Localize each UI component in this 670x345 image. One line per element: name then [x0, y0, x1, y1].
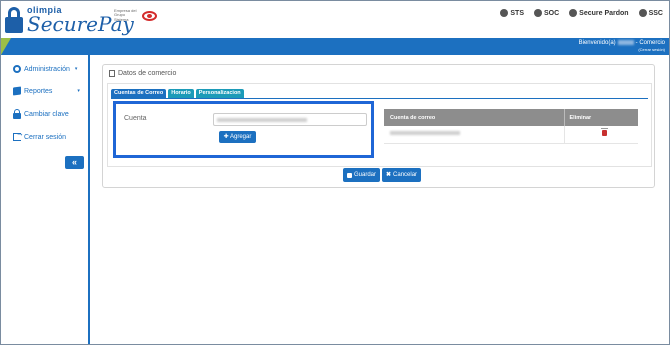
tab-underline [111, 98, 648, 99]
agregar-button[interactable]: ✚ Agregar [219, 131, 256, 143]
sidebar-item-label: Cerrar sesión [24, 133, 67, 141]
chevron-down-icon: ▾ [74, 66, 78, 72]
plus-icon: ✚ [223, 134, 229, 140]
chevron-down-icon: ▾ [77, 88, 80, 94]
accent-triangle [1, 38, 11, 55]
save-icon [347, 172, 352, 178]
add-account-highlight: Cuenta ✚ Agregar [113, 101, 374, 158]
logout-link[interactable]: (Cerrar sesión) [579, 48, 665, 52]
panel-title: Datos de comercio [109, 70, 176, 77]
nav-bar: Bienvenido(a) - Comercio (Cerrar sesión) [1, 38, 669, 55]
cert-icon [500, 9, 509, 17]
cuenta-label: Cuenta [124, 115, 147, 122]
column-header-delete: Eliminar [563, 109, 638, 126]
role-text: - Comercio [635, 40, 665, 47]
sidebar-item-label: Cambiar clave [24, 111, 69, 118]
user-name-redacted [617, 40, 634, 45]
sidebar-item-administracion[interactable]: Administración ▾ [13, 65, 77, 73]
cert-ssc: SSC [638, 9, 663, 17]
cancelar-button[interactable]: ✖ Cancelar [382, 168, 422, 182]
seal-icon [142, 10, 157, 21]
certifications: STS SOC Secure Pardon SSC [500, 9, 663, 17]
sidebar-item-cerrar-sesion[interactable]: Cerrar sesión [13, 129, 67, 141]
guardar-button[interactable]: Guardar [343, 168, 381, 182]
agregar-label: Agregar [230, 134, 252, 140]
tab-cuentas-de-correo[interactable]: Cuentas de Correo [111, 89, 167, 98]
column-header-email: Cuenta de correo [384, 109, 564, 126]
trash-icon[interactable] [600, 128, 608, 137]
email-accounts-table: Cuenta de correo Eliminar [384, 109, 638, 144]
form-actions: Guardar ✖ Cancelar [343, 168, 422, 182]
redacted-email-value [217, 118, 307, 122]
cuenta-input[interactable] [213, 113, 367, 126]
sidebar-item-cambiar-clave[interactable]: Cambiar clave [13, 109, 69, 119]
sidebar-item-label: Reportes [24, 87, 53, 95]
sidebar: Administración ▾ Reportes ▾ Cambiar clav… [1, 55, 90, 344]
exit-icon [13, 129, 24, 141]
cert-icon [638, 9, 647, 17]
collapse-sidebar-button[interactable]: « [65, 156, 84, 169]
merchant-panel: Datos de comercio Cuentas de Correo Hora… [102, 64, 655, 188]
secure-lock-icon [5, 7, 23, 33]
welcome-text: Bienvenido(a) [578, 40, 616, 47]
cert-soc: SOC [534, 9, 559, 17]
sidebar-item-reportes[interactable]: Reportes ▾ [13, 86, 80, 96]
sidebar-item-label: Administración [24, 65, 70, 73]
tab-personalizacion[interactable]: Personalizacion [195, 89, 244, 98]
redacted-email [390, 131, 460, 136]
email-cell [384, 126, 564, 144]
guardar-label: Guardar [354, 172, 377, 178]
cancelar-label: Cancelar [393, 172, 418, 178]
close-icon: ✖ [386, 172, 392, 178]
book-icon [13, 86, 21, 96]
table-row [384, 126, 638, 144]
group-seal: Empresa del Grupo Sistema [114, 8, 157, 22]
top-header: olimpia SecurePay Empresa del Grupo Sist… [1, 1, 669, 38]
cert-icon [534, 9, 542, 17]
tab-horario[interactable]: Horario [168, 89, 194, 98]
panel-title-text: Datos de comercio [118, 70, 177, 77]
lock-icon [13, 109, 21, 119]
cert-sts: STS [500, 9, 524, 17]
cert-secure-pardon: Secure Pardon [569, 9, 629, 17]
cert-icon [569, 9, 578, 17]
document-icon [109, 70, 115, 77]
tab-container: Cuentas de Correo Horario Personalizacio… [107, 83, 652, 167]
delete-cell [563, 126, 638, 144]
gauge-icon [13, 65, 21, 73]
tab-list: Cuentas de Correo Horario Personalizacio… [111, 89, 244, 98]
welcome-block: Bienvenido(a) - Comercio (Cerrar sesión) [579, 40, 665, 52]
seal-text: Empresa del Grupo Sistema [114, 8, 137, 22]
